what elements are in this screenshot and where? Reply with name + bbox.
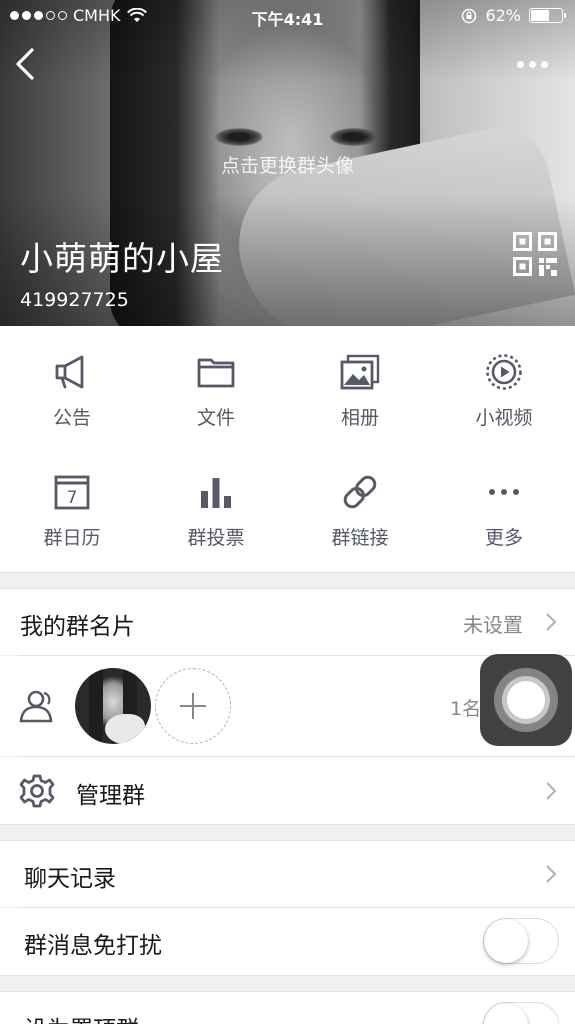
feature-label: 群投票 [187,527,245,549]
change-avatar-hint[interactable]: 点击更换群头像 [0,151,575,178]
mute-notifications-title: 群消息免打扰 [24,933,162,959]
member-count: 1名 [450,698,482,720]
feature-vote[interactable]: 群投票 [144,446,288,556]
calendar-day: 7 [67,488,78,508]
more-icon [489,489,519,495]
feature-more[interactable]: 更多 [432,446,575,556]
feature-grid: 公告 文件 相册 小视频 7 群日历 群投票 群链接 更多 [0,326,575,572]
group-avatar-banner[interactable]: CMHK 下午4:41 62% 点击更换群头像 小萌萌的小屋 419927725 [0,0,575,326]
feature-label: 群日历 [43,527,101,549]
battery-fill [531,10,549,21]
section-separator [0,572,575,589]
member-avatar[interactable] [75,668,151,744]
group-id: 419927725 [20,289,129,311]
mute-notifications-row: 群消息免打扰 [0,908,575,975]
chevron-right-icon [546,782,557,800]
manage-group-row[interactable]: 管理群 [0,757,575,824]
feature-label: 文件 [196,407,235,429]
feature-announcement[interactable]: 公告 [0,326,144,436]
chevron-right-icon [546,865,557,883]
pin-group-title: 设为置顶群 [24,1010,139,1024]
feature-label: 小视频 [475,407,533,429]
members-icon [19,690,53,723]
assistive-touch-ring-inner [507,681,545,719]
feature-calendar[interactable]: 7 群日历 [0,446,144,556]
plus-icon [180,693,206,719]
feature-files[interactable]: 文件 [144,326,288,436]
feature-label: 群链接 [331,527,389,549]
megaphone-icon [55,355,84,389]
manage-group-title: 管理群 [76,783,145,809]
qr-code-icon[interactable] [513,232,557,276]
feature-label: 更多 [484,527,523,549]
photo-album-icon [340,354,380,390]
status-bar: CMHK 下午4:41 62% [0,0,575,34]
my-group-card-title: 我的群名片 [20,614,135,640]
avatar-hand [105,714,145,744]
mute-notifications-toggle[interactable] [483,918,559,964]
pin-group-row: 设为置顶群 [0,992,575,1024]
more-menu-icon[interactable] [517,52,553,76]
add-member-button[interactable] [155,668,231,744]
chat-history-title: 聊天记录 [24,866,116,892]
feature-short-video[interactable]: 小视频 [432,326,575,436]
feature-label: 公告 [52,407,91,429]
toggle-knob [484,1003,528,1024]
folder-icon [197,358,235,388]
toggle-knob [484,919,528,963]
pin-group-toggle[interactable] [483,1002,559,1024]
chat-history-row[interactable]: 聊天记录 [0,841,575,907]
video-icon [486,354,522,390]
gear-icon [19,774,55,808]
calendar-icon: 7 [54,475,90,510]
rotation-lock-icon [462,8,477,23]
my-group-card-row[interactable]: 我的群名片 未设置 [0,589,575,655]
feature-link[interactable]: 群链接 [288,446,432,556]
bar-chart-icon [201,478,231,508]
battery-percent: 62% [485,6,521,25]
link-icon [343,475,377,509]
feature-label: 相册 [340,407,379,429]
assistive-touch-button[interactable] [480,654,572,746]
feature-album[interactable]: 相册 [288,326,432,436]
status-right: 62% [461,6,566,25]
battery-icon [529,8,566,23]
section-separator [0,824,575,841]
section-separator [0,975,575,992]
back-icon[interactable] [8,44,44,84]
my-group-card-value: 未设置 [463,613,523,637]
chevron-right-icon [546,613,557,631]
avatar-hair [89,668,103,744]
group-name: 小萌萌的小屋 [20,239,224,278]
